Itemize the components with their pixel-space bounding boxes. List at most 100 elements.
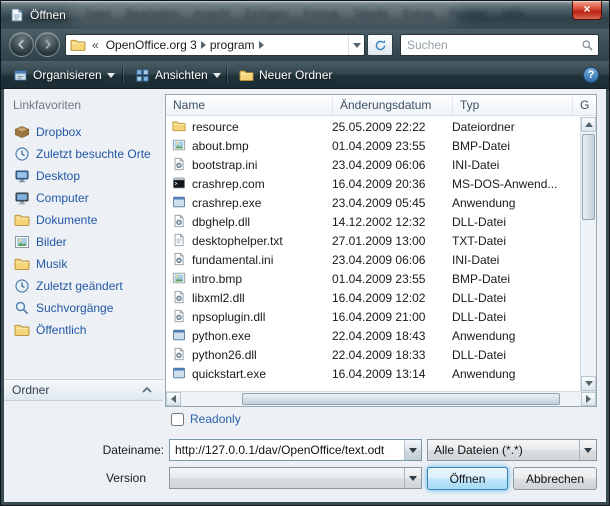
search-icon[interactable] — [576, 39, 598, 52]
file-row[interactable]: desktophelper.txt27.01.2009 13:00TXT-Dat… — [166, 231, 580, 250]
views-button[interactable]: Ansichten — [127, 64, 229, 86]
file-row[interactable]: resource25.05.2009 22:22Dateiordner — [166, 117, 580, 136]
address-dropdown-button[interactable] — [348, 35, 364, 55]
filename-dropdown-button[interactable] — [404, 440, 421, 460]
scroll-down-button[interactable] — [581, 376, 596, 391]
version-dropdown-button[interactable] — [404, 468, 421, 488]
file-date: 16.04.2009 21:00 — [332, 310, 452, 324]
scroll-right-button[interactable] — [581, 392, 596, 406]
organize-icon — [13, 68, 28, 83]
gearpage-icon — [172, 214, 187, 229]
gearpage-icon — [172, 252, 187, 267]
background-menu-item: Datei — [85, 8, 111, 20]
sidebar-item-label: Musik — [36, 257, 67, 271]
back-button[interactable] — [9, 32, 34, 57]
toolbar-divider — [123, 66, 124, 84]
file-row[interactable]: fundamental.ini23.04.2009 06:06INI-Datei — [166, 250, 580, 269]
gearpage-icon — [172, 309, 187, 324]
file-row[interactable]: quickstart.exe16.04.2009 13:14Anwendung — [166, 364, 580, 383]
vertical-scrollbar[interactable] — [580, 117, 596, 391]
sidebar-item-dropbox[interactable]: Dropbox — [10, 121, 162, 143]
file-row[interactable]: libxml2.dll16.04.2009 12:02DLL-Datei — [166, 288, 580, 307]
file-name: crashrep.com — [192, 177, 332, 191]
vertical-scroll-thumb[interactable] — [582, 134, 595, 220]
file-row[interactable]: crashrep.com16.04.2009 20:36MS-DOS-Anwen… — [166, 174, 580, 193]
sidebar-item-zuletzt-besuchte-orte[interactable]: Zuletzt besuchte Orte — [10, 143, 162, 165]
folder-icon — [14, 212, 30, 228]
readonly-label: Readonly — [190, 412, 241, 426]
cancel-button[interactable]: Abbrechen — [513, 467, 597, 490]
readonly-checkbox[interactable] — [171, 413, 184, 426]
sidebar-item-dokumente[interactable]: Dokumente — [10, 209, 162, 231]
chevron-down-icon — [213, 73, 221, 78]
file-date: 23.04.2009 06:06 — [332, 253, 452, 267]
organize-button[interactable]: Organisieren — [5, 64, 123, 86]
desktop-icon — [14, 168, 30, 184]
file-row[interactable]: crashrep.exe23.04.2009 05:45Anwendung — [166, 193, 580, 212]
sidebar-item-computer[interactable]: Computer — [10, 187, 162, 209]
sidebar-item-zuletzt-geändert[interactable]: Zuletzt geändert — [10, 275, 162, 297]
file-row[interactable]: intro.bmp01.04.2009 23:55BMP-Datei — [166, 269, 580, 288]
address-bar[interactable]: « OpenOffice.org 3 program — [65, 34, 365, 56]
column-headers: Name Änderungsdatum Typ G — [166, 95, 596, 116]
toolbar-divider — [227, 66, 228, 84]
new-folder-button[interactable]: Neuer Ordner — [231, 64, 340, 86]
file-row[interactable]: bootstrap.ini23.04.2009 06:06INI-Datei — [166, 155, 580, 174]
filename-input[interactable] — [170, 440, 404, 460]
column-header-size[interactable]: G — [573, 95, 596, 115]
image-icon — [14, 234, 30, 250]
horizontal-scrollbar[interactable] — [166, 391, 596, 406]
favorite-links-list: Dropbox Zuletzt besuchte Orte Desktop Compu… — [10, 121, 162, 341]
version-label: Version — [24, 467, 146, 489]
sidebar-item-label: Zuletzt besuchte Orte — [36, 147, 151, 161]
file-type: Dateiordner — [452, 120, 580, 134]
file-row[interactable]: python26.dll22.04.2009 18:33DLL-Datei — [166, 345, 580, 364]
filetype-combobox[interactable]: Alle Dateien (*.*) — [427, 439, 597, 461]
file-date: 01.04.2009 23:55 — [332, 139, 452, 153]
breadcrumb-segment[interactable]: program — [206, 38, 259, 52]
file-type: BMP-Datei — [452, 139, 580, 153]
forward-button[interactable] — [35, 32, 60, 57]
column-header-type[interactable]: Typ — [453, 95, 573, 115]
column-header-date[interactable]: Änderungsdatum — [333, 95, 453, 115]
chevron-right-icon[interactable] — [259, 41, 264, 49]
help-button[interactable]: ? — [583, 67, 599, 83]
file-type: TXT-Datei — [452, 234, 580, 248]
filetype-dropdown-button[interactable] — [579, 440, 596, 460]
sidebar-item-desktop[interactable]: Desktop — [10, 165, 162, 187]
file-row[interactable]: python.exe22.04.2009 18:43Anwendung — [166, 326, 580, 345]
background-menu-item: Format — [303, 8, 338, 20]
filename-label: Dateiname: — [24, 439, 164, 461]
horizontal-scroll-thumb[interactable] — [242, 393, 560, 405]
refresh-button[interactable] — [367, 34, 393, 56]
file-row[interactable]: npsoplugin.dll16.04.2009 21:00DLL-Datei — [166, 307, 580, 326]
sidebar-item-label: Computer — [36, 191, 89, 205]
file-name: intro.bmp — [192, 272, 332, 286]
file-type: BMP-Datei — [452, 272, 580, 286]
folders-expander[interactable]: Ordner — [4, 379, 163, 401]
close-button[interactable]: × — [572, 1, 602, 20]
file-date: 01.04.2009 23:55 — [332, 272, 452, 286]
sidebar-item-öffentlich[interactable]: Öffentlich — [10, 319, 162, 341]
search-box — [400, 34, 599, 56]
file-row[interactable]: dbghelp.dll14.12.2002 12:32DLL-Datei — [166, 212, 580, 231]
sidebar-item-label: Bilder — [36, 235, 67, 249]
breadcrumb-overflow-chevron[interactable]: « — [92, 38, 99, 52]
file-name: dbghelp.dll — [192, 215, 332, 229]
search-input[interactable] — [401, 38, 576, 52]
breadcrumb-segment[interactable]: OpenOffice.org 3 — [102, 38, 201, 52]
sidebar-item-suchvorgänge[interactable]: Suchvorgänge — [10, 297, 162, 319]
file-row[interactable]: about.bmp01.04.2009 23:55BMP-Datei — [166, 136, 580, 155]
scroll-up-button[interactable] — [581, 117, 596, 132]
file-date: 27.01.2009 13:00 — [332, 234, 452, 248]
sidebar-item-bilder[interactable]: Bilder — [10, 231, 162, 253]
file-name: npsoplugin.dll — [192, 310, 332, 324]
column-header-name[interactable]: Name — [166, 95, 333, 115]
version-combobox[interactable] — [169, 467, 422, 489]
scroll-left-button[interactable] — [166, 392, 181, 406]
sidebar-item-musik[interactable]: Musik — [10, 253, 162, 275]
app-icon — [172, 366, 187, 381]
open-button[interactable]: Öffnen — [427, 467, 508, 490]
file-name: desktophelper.txt — [192, 234, 332, 248]
blurred-background-menu: DateiBearbeitenAnsichtEinfügenFormatTabe… — [85, 8, 524, 20]
